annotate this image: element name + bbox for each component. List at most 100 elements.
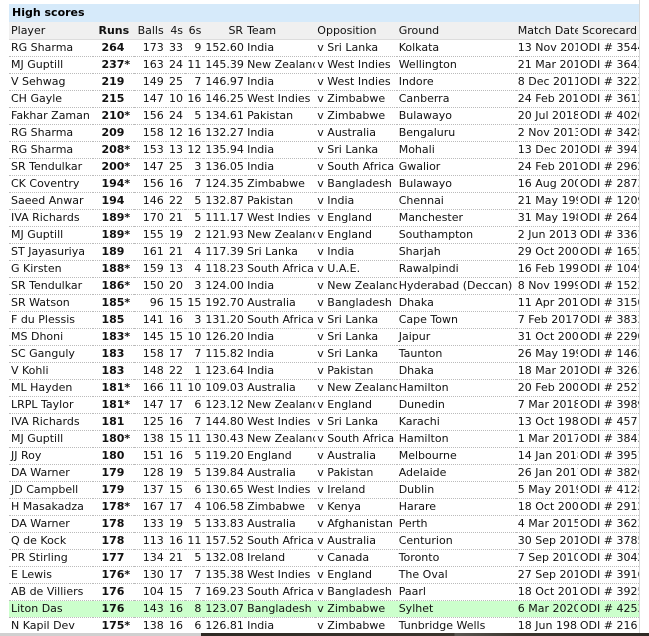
cell-ground[interactable]: Dhaka [396, 294, 516, 312]
cell-scorecard[interactable]: ODI # 3150 [577, 294, 639, 312]
cell-ground[interactable]: Kolkata [396, 39, 516, 57]
cell-opposition[interactable]: v West Indies [315, 56, 397, 74]
cell-scorecard[interactable]: ODI # 3263 [577, 362, 639, 380]
cell-player[interactable]: AB de Villiers [9, 583, 94, 601]
cell-opposition[interactable]: v Bangladesh [315, 294, 397, 312]
cell-opposition[interactable]: v Sri Lanka [315, 141, 397, 159]
cell-scorecard[interactable]: ODI # 264 [577, 209, 639, 227]
cell-scorecard[interactable]: ODI # 4128 [577, 481, 639, 499]
cell-ground[interactable]: Adelaide [396, 464, 516, 482]
header-balls[interactable]: Balls [134, 22, 166, 40]
cell-team[interactable]: South Africa [245, 532, 316, 550]
cell-player[interactable]: SR Tendulkar [9, 158, 94, 176]
cell-player[interactable]: RG Sharma [9, 39, 94, 57]
cell-scorecard[interactable]: ODI # 2290 [577, 328, 639, 346]
cell-scorecard[interactable]: ODI # 2962 [577, 158, 639, 176]
cell-player[interactable]: V Kohli [9, 362, 94, 380]
cell-scorecard[interactable]: ODI # 3544 [577, 39, 639, 57]
cell-player[interactable]: JJ Roy [9, 447, 94, 465]
cell-opposition[interactable]: v England [315, 209, 397, 227]
cell-team[interactable]: India [245, 328, 316, 346]
header-6s[interactable]: 6s [185, 22, 204, 40]
cell-ground[interactable]: Sylhet [396, 600, 516, 618]
cell-scorecard[interactable]: ODI # 1652 [577, 243, 639, 261]
cell-player[interactable]: MS Dhoni [9, 328, 94, 346]
cell-team[interactable]: India [245, 362, 316, 380]
cell-team[interactable]: India [245, 158, 316, 176]
cell-opposition[interactable]: v Afghanistan [315, 515, 397, 533]
cell-opposition[interactable]: v Pakistan [315, 362, 397, 380]
cell-opposition[interactable]: v West Indies [315, 73, 397, 91]
cell-scorecard[interactable]: ODI # 3843 [577, 430, 639, 448]
cell-scorecard[interactable]: ODI # 3951 [577, 447, 639, 465]
cell-ground[interactable]: Taunton [396, 345, 516, 363]
header-scorecard[interactable]: Scorecard [577, 22, 639, 40]
cell-ground[interactable]: Indore [396, 73, 516, 91]
cell-ground[interactable]: Canberra [396, 90, 516, 108]
cell-opposition[interactable]: v Ireland [315, 481, 397, 499]
cell-scorecard[interactable]: ODI # 1209 [577, 192, 639, 210]
cell-player[interactable]: DA Warner [9, 464, 94, 482]
cell-opposition[interactable]: v Australia [315, 532, 397, 550]
cell-player[interactable]: IVA Richards [9, 413, 94, 431]
cell-opposition[interactable]: v England [315, 396, 397, 414]
cell-team[interactable]: West Indies [245, 90, 316, 108]
header-opposition[interactable]: Opposition [315, 22, 397, 40]
cell-ground[interactable]: Jaipur [396, 328, 516, 346]
cell-scorecard[interactable]: ODI # 2912 [577, 498, 639, 516]
cell-team[interactable]: India [245, 345, 316, 363]
cell-opposition[interactable]: v India [315, 243, 397, 261]
cell-player[interactable]: SR Tendulkar [9, 277, 94, 295]
cell-player[interactable]: H Masakadza [9, 498, 94, 516]
cell-scorecard[interactable]: ODI # 1463 [577, 345, 639, 363]
cell-player[interactable]: MJ Guptill [9, 430, 94, 448]
cell-scorecard[interactable]: ODI # 3826 [577, 464, 639, 482]
cell-scorecard[interactable]: ODI # 3612 [577, 90, 639, 108]
cell-team[interactable]: West Indies [245, 413, 316, 431]
cell-opposition[interactable]: v Canada [315, 549, 397, 567]
cell-team[interactable]: Zimbabwe [245, 175, 316, 193]
cell-player[interactable]: JD Campbell [9, 481, 94, 499]
cell-opposition[interactable]: v Sri Lanka [315, 328, 397, 346]
cell-team[interactable]: Sri Lanka [245, 243, 316, 261]
cell-ground[interactable]: Bulawayo [396, 107, 516, 125]
cell-opposition[interactable]: v South Africa [315, 158, 397, 176]
cell-opposition[interactable]: v Australia [315, 447, 397, 465]
cell-opposition[interactable]: v Zimbabwe [315, 617, 397, 635]
cell-player[interactable]: N Kapil Dev [9, 617, 94, 635]
cell-ground[interactable]: Dunedin [396, 396, 516, 414]
cell-team[interactable]: South Africa [245, 260, 316, 278]
cell-ground[interactable]: Hamilton [396, 430, 516, 448]
cell-opposition[interactable]: v Zimbabwe [315, 600, 397, 618]
cell-player[interactable]: ML Hayden [9, 379, 94, 397]
cell-scorecard[interactable]: ODI # 4020 [577, 107, 639, 125]
cell-opposition[interactable]: v Zimbabwe [315, 107, 397, 125]
cell-team[interactable]: India [245, 617, 316, 635]
cell-team[interactable]: Australia [245, 515, 316, 533]
cell-player[interactable]: LRPL Taylor [9, 396, 94, 414]
cell-ground[interactable]: Karachi [396, 413, 516, 431]
cell-player[interactable]: V Sehwag [9, 73, 94, 91]
cell-team[interactable]: Pakistan [245, 107, 316, 125]
cell-ground[interactable]: Toronto [396, 549, 516, 567]
cell-team[interactable]: Ireland [245, 549, 316, 567]
cell-team[interactable]: New Zealand [245, 226, 316, 244]
cell-ground[interactable]: Dublin [396, 481, 516, 499]
cell-ground[interactable]: Centurion [396, 532, 516, 550]
cell-team[interactable]: India [245, 39, 316, 57]
cell-opposition[interactable]: v England [315, 566, 397, 584]
cell-ground[interactable]: Sharjah [396, 243, 516, 261]
cell-opposition[interactable]: v U.A.E. [315, 260, 397, 278]
cell-ground[interactable]: Cape Town [396, 311, 516, 329]
cell-player[interactable]: E Lewis [9, 566, 94, 584]
cell-ground[interactable]: Perth [396, 515, 516, 533]
cell-scorecard[interactable]: ODI # 1523 [577, 277, 639, 295]
cell-player[interactable]: RG Sharma [9, 124, 94, 142]
cell-scorecard[interactable]: ODI # 3643 [577, 56, 639, 74]
cell-opposition[interactable]: v Bangladesh [315, 175, 397, 193]
cell-player[interactable]: MJ Guptill [9, 56, 94, 74]
cell-opposition[interactable]: v Sri Lanka [315, 311, 397, 329]
cell-scorecard[interactable]: ODI # 3785 [577, 532, 639, 550]
cell-scorecard[interactable]: ODI # 216 [577, 617, 639, 635]
cell-scorecard[interactable]: ODI # 457 [577, 413, 639, 431]
